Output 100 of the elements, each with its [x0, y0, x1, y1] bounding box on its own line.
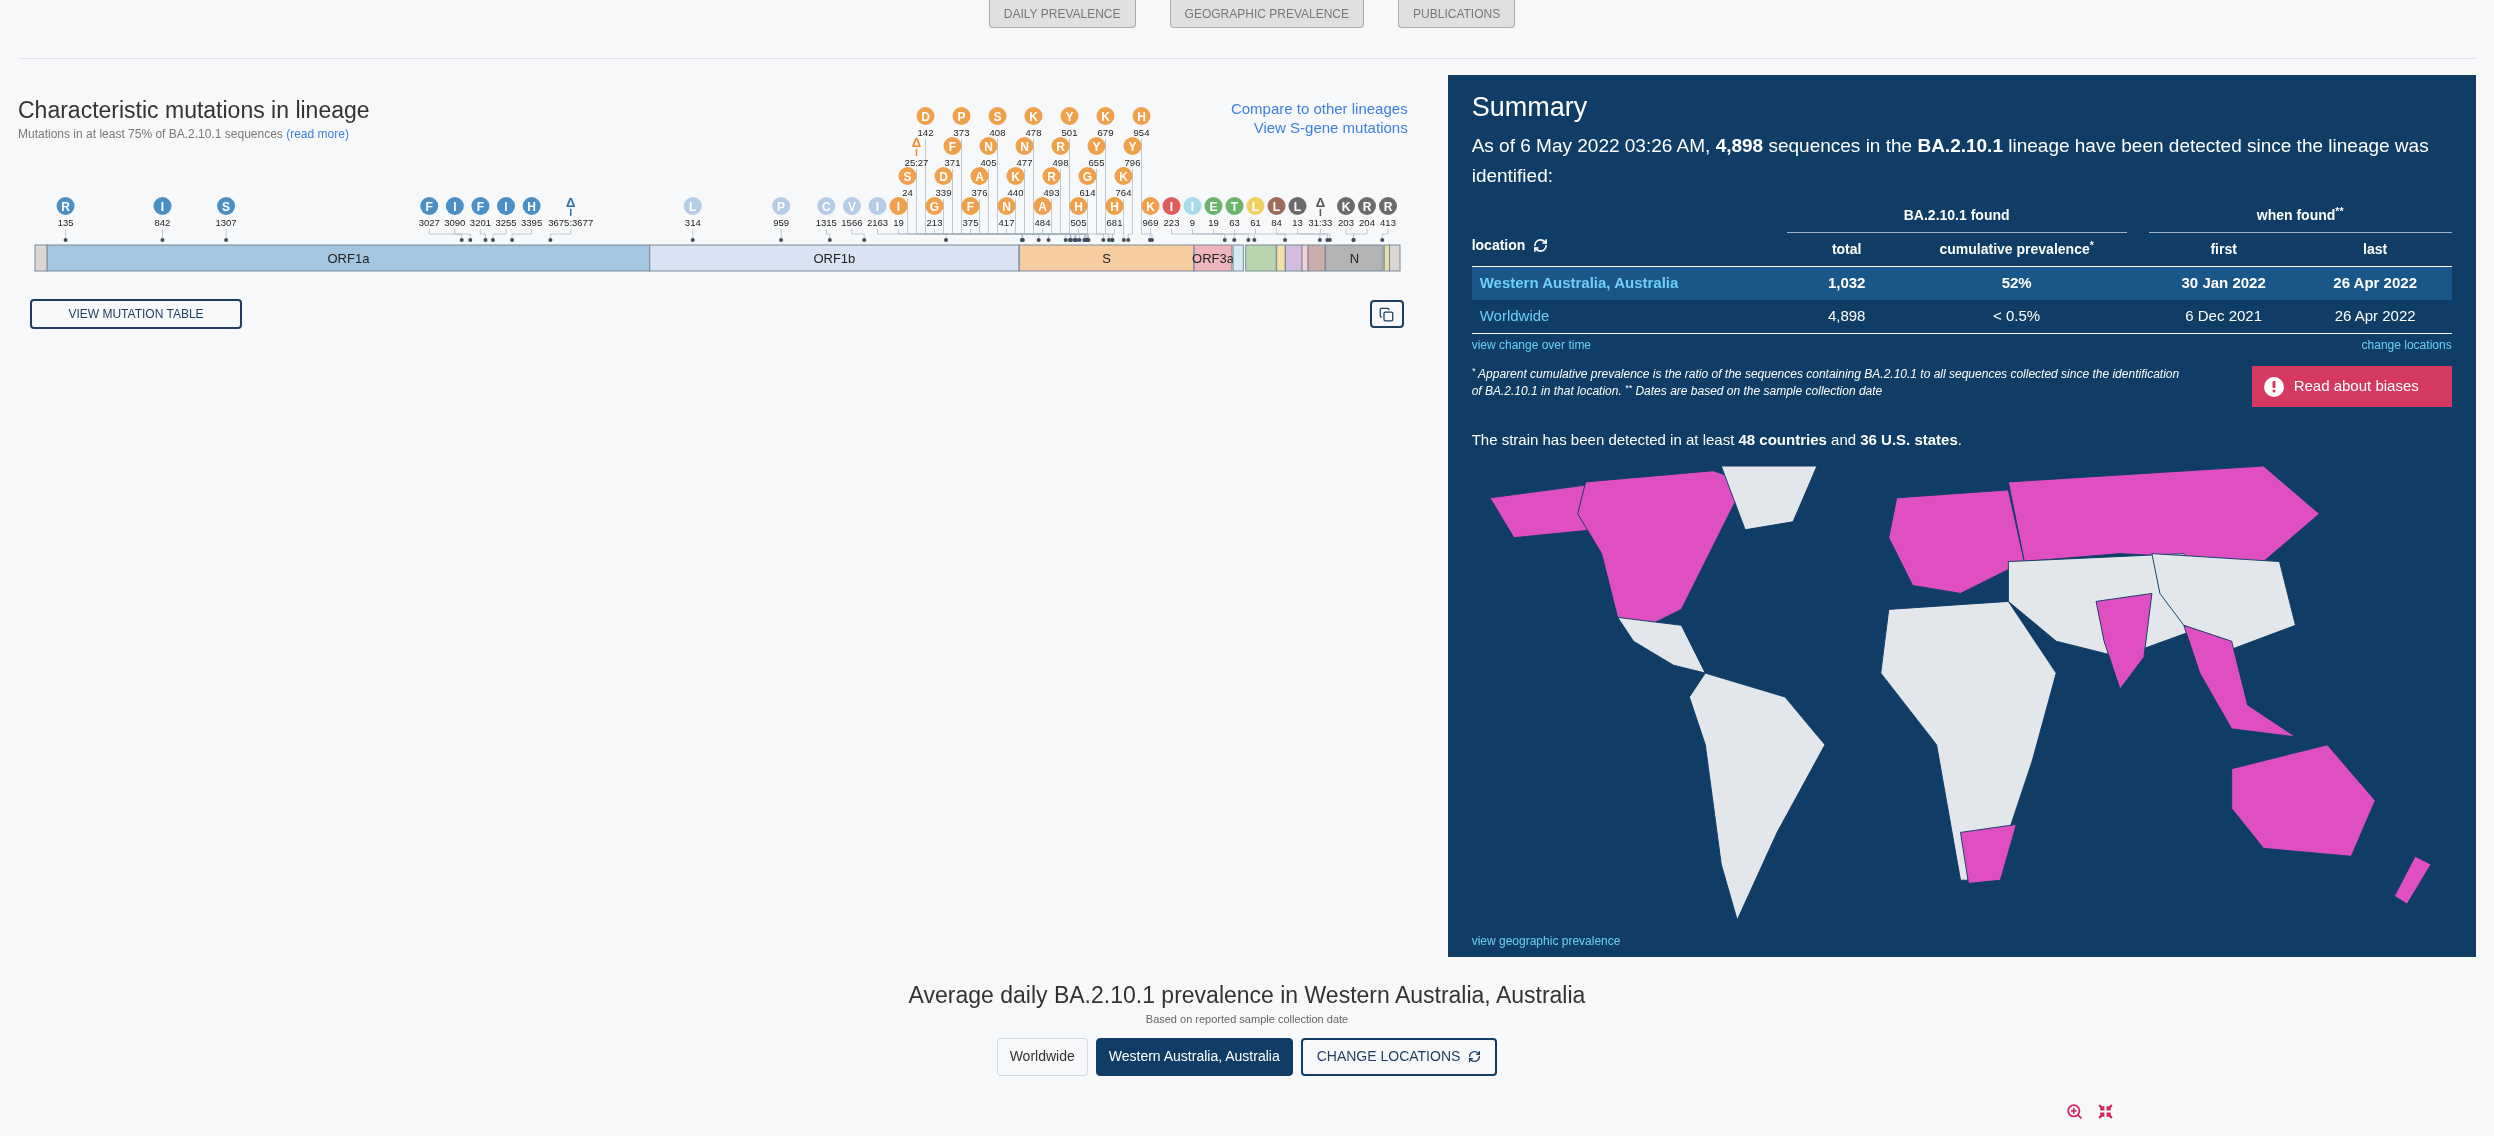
mutation-marker[interactable]: A — [1033, 197, 1052, 215]
mutation-position: 84 — [1271, 217, 1282, 228]
location-link[interactable]: Western Australia, Australia — [1471, 272, 1787, 295]
mutation-marker[interactable]: D — [916, 107, 935, 125]
leader-line — [160, 228, 165, 242]
mutation-position: 3201 — [469, 217, 491, 228]
location-button[interactable]: Western Australia, Australia — [1095, 1037, 1293, 1076]
mutation-marker[interactable]: A — [970, 167, 989, 185]
mutation-marker[interactable]: E — [1204, 197, 1223, 215]
change-locations-button[interactable]: CHANGE LOCATIONS — [1300, 1037, 1498, 1076]
copy-icon — [1379, 306, 1395, 322]
mutation-marker[interactable]: R — [1042, 167, 1061, 185]
copy-button[interactable] — [1369, 300, 1404, 328]
collapse-button[interactable] — [2097, 1103, 2114, 1120]
leader-line — [63, 228, 68, 242]
mutation-position: 204 — [1359, 217, 1375, 228]
mutation-marker[interactable]: P — [952, 107, 971, 125]
mutation-marker[interactable]: L — [1267, 197, 1286, 215]
mutation-position: 614 — [1079, 187, 1096, 198]
mutation-marker[interactable]: F — [961, 197, 980, 215]
mutation-marker[interactable]: F — [943, 137, 962, 155]
mutation-marker[interactable]: I — [1162, 197, 1181, 215]
mutation-marker[interactable]: K — [1141, 197, 1160, 215]
mutation-marker[interactable]: H — [1105, 197, 1124, 215]
mutation-position: 969 — [1142, 217, 1159, 228]
mutation-marker[interactable]: I — [153, 197, 172, 215]
mutation-marker[interactable]: K — [1337, 197, 1355, 215]
nav-button[interactable]: PUBLICATIONS — [1398, 0, 1516, 28]
mutation-marker[interactable]: D — [934, 167, 953, 185]
mutation-marker[interactable]: I — [497, 197, 516, 215]
mutation-marker[interactable]: F — [420, 197, 439, 215]
table-row[interactable]: Western Australia, Australia 1,032 52% 30 Jan 2022 26 Apr 2022 — [1471, 267, 2452, 300]
mutation-marker[interactable]: I — [445, 197, 464, 215]
mutation-marker[interactable]: H — [1069, 197, 1088, 215]
location-button[interactable]: Worldwide — [996, 1037, 1088, 1076]
mutation-marker[interactable]: H — [522, 197, 541, 215]
view-change-link[interactable]: view change over time — [1471, 336, 1592, 354]
column-header: total — [1830, 240, 1863, 259]
refresh-icon[interactable] — [1533, 238, 1549, 253]
mutation-marker[interactable]: K — [1114, 167, 1133, 185]
mutation-marker[interactable]: S — [988, 107, 1007, 125]
mutation-marker[interactable]: R — [1379, 197, 1397, 215]
mutation-marker[interactable]: G — [925, 197, 944, 215]
mutation-marker[interactable]: Y — [1060, 107, 1079, 125]
mutation-position: 440 — [1007, 187, 1024, 198]
mutation-marker[interactable]: I — [868, 197, 887, 215]
mutation-position: 373 — [953, 127, 970, 138]
change-locations-link[interactable]: change locations — [2361, 336, 2452, 354]
table-cell-text: 6 Dec 2021 — [2184, 306, 2263, 327]
mutation-marker[interactable]: K — [1024, 107, 1043, 125]
mutation-marker[interactable]: L — [1246, 197, 1265, 215]
mutation-marker[interactable]: Y — [1123, 137, 1142, 155]
mutation-marker[interactable]: T — [1225, 197, 1244, 215]
leader-line — [851, 228, 867, 242]
panel-link[interactable]: View S-gene mutations — [1253, 118, 1408, 137]
gene-label: ORF3a — [1192, 251, 1234, 266]
mutation-marker[interactable]: I — [889, 197, 908, 215]
read-about-biases-button[interactable]: Read about biases — [2251, 366, 2452, 407]
view-mutation-table-button[interactable]: VIEW MUTATION TABLE — [30, 299, 242, 329]
mutation-marker[interactable]: G — [1078, 167, 1097, 185]
mutation-marker[interactable]: L — [1288, 197, 1307, 215]
gene-label: ORF1a — [327, 251, 370, 266]
mutation-marker[interactable]: K — [1006, 167, 1025, 185]
mutation-marker[interactable]: C — [817, 197, 836, 215]
mutation-position: 478 — [1025, 127, 1042, 138]
mutation-marker[interactable]: K — [1096, 107, 1115, 125]
gene-label: S — [1102, 251, 1111, 266]
location-link[interactable]: Worldwide — [1471, 305, 1787, 328]
mutation-position: 493 — [1043, 187, 1060, 198]
mutation-marker[interactable]: S — [217, 197, 236, 215]
table-row[interactable]: Worldwide 4,898 < 0.5% 6 Dec 2021 26 Apr 2022 — [1471, 300, 2452, 333]
mutation-marker[interactable]: R — [56, 197, 75, 215]
nav-button[interactable]: DAILY PREVALENCE — [988, 0, 1136, 28]
mutation-position: 13 — [1292, 217, 1303, 228]
table-cell-text: 1,032 — [1826, 273, 1867, 294]
mutation-marker[interactable]: L — [683, 197, 702, 215]
footnote: $^{*}$ Apparent cumulative prevalence is the ratio of the sequences containing BA.2.10.1 to all sequences collected since the identification of BA.2.10.1 in that location. $^{**}$ Dates are based on the sample collection date — [1471, 366, 2181, 400]
mutation-marker[interactable]: F — [471, 197, 490, 215]
mutation-position: 135 — [57, 217, 74, 228]
mutation-position: 1315 — [815, 217, 837, 228]
mutation-marker[interactable]: H — [1132, 107, 1151, 125]
mutation-marker[interactable]: S — [898, 167, 917, 185]
mutation-position: 203 — [1338, 217, 1354, 228]
mutation-marker[interactable]: N — [979, 137, 998, 155]
mutation-marker[interactable]: N — [997, 197, 1016, 215]
chart-subtitle: Based on reported sample collection date — [1145, 1012, 1349, 1027]
geographic-prevalence-link[interactable]: view geographic prevalence — [1471, 931, 2452, 950]
mutation-marker[interactable]: I — [1183, 197, 1202, 215]
zoom-in-button[interactable] — [2066, 1103, 2083, 1120]
mutation-marker[interactable]: V — [842, 197, 861, 215]
read-more-link[interactable]: (read more) — [286, 127, 349, 141]
nav-button[interactable]: GEOGRAPHIC PREVALENCE — [1169, 0, 1365, 28]
mutation-marker[interactable]: R — [1358, 197, 1376, 215]
mutation-marker[interactable]: Y — [1087, 137, 1106, 155]
mutation-marker[interactable]: N — [1015, 137, 1034, 155]
mutation-marker[interactable]: R — [1051, 137, 1070, 155]
leader-line — [510, 228, 532, 242]
panel-link[interactable]: Compare to other lineages — [1230, 99, 1408, 118]
mutation-position: 314 — [684, 217, 701, 228]
mutation-marker[interactable]: P — [772, 197, 791, 215]
